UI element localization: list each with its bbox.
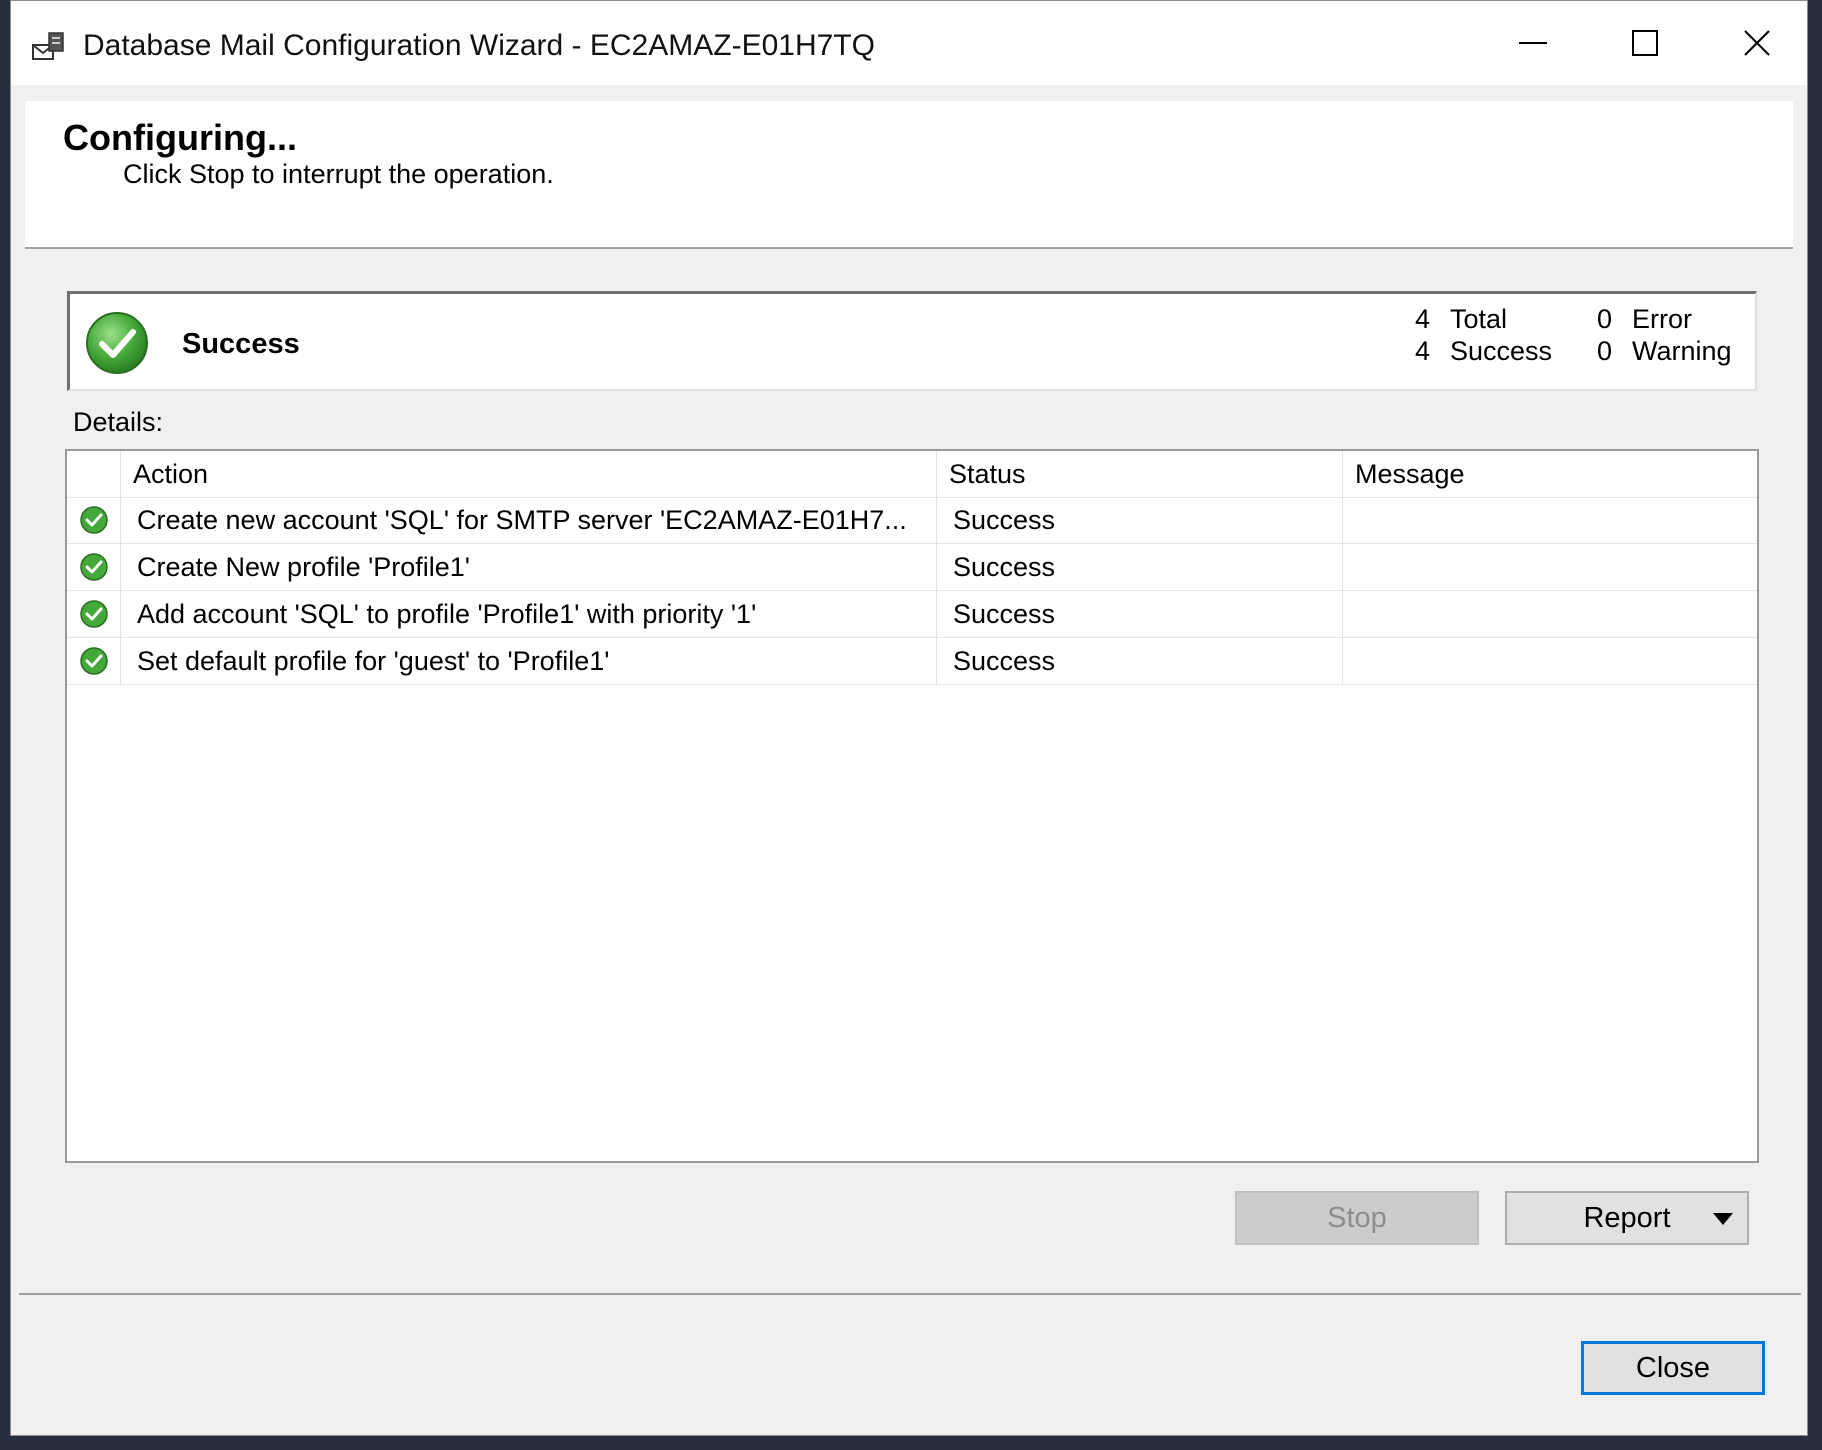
warning-count: 0 bbox=[1596, 336, 1612, 366]
minimize-icon bbox=[1519, 42, 1547, 44]
title-bar[interactable]: Database Mail Configuration Wizard - EC2… bbox=[11, 1, 1807, 85]
row-icon-cell bbox=[67, 544, 121, 590]
success-label: Success bbox=[1450, 336, 1553, 366]
total-count: 4 bbox=[1414, 304, 1430, 334]
message-cell bbox=[1343, 638, 1757, 684]
wizard-window: Database Mail Configuration Wizard - EC2… bbox=[10, 0, 1808, 1436]
message-cell bbox=[1343, 497, 1757, 543]
success-check-icon bbox=[86, 312, 148, 374]
mail-config-icon bbox=[32, 32, 64, 60]
maximize-icon bbox=[1632, 30, 1658, 56]
page-title: Configuring... bbox=[63, 117, 297, 158]
total-label: Total bbox=[1450, 304, 1508, 334]
close-icon bbox=[1744, 30, 1770, 56]
details-label: Details: bbox=[73, 407, 164, 437]
window-title: Database Mail Configuration Wizard - EC2… bbox=[83, 29, 875, 62]
action-cell: Set default profile for 'guest' to 'Prof… bbox=[121, 638, 937, 684]
action-cell: Add account 'SQL' to profile 'Profile1' … bbox=[121, 591, 937, 637]
success-check-icon bbox=[80, 647, 108, 675]
maximize-button[interactable] bbox=[1589, 1, 1701, 85]
success-check-icon bbox=[80, 553, 108, 581]
minimize-button[interactable] bbox=[1477, 1, 1589, 85]
table-row[interactable]: Create new account 'SQL' for SMTP server… bbox=[67, 497, 1757, 544]
close-button[interactable]: Close bbox=[1581, 1341, 1765, 1395]
table-row[interactable]: Create New profile 'Profile1' Success bbox=[67, 544, 1757, 591]
icon-column-header[interactable] bbox=[67, 451, 121, 497]
status-cell: Success bbox=[937, 591, 1343, 637]
status-cell: Success bbox=[937, 638, 1343, 684]
wizard-header: Configuring... Click Stop to interrupt t… bbox=[25, 101, 1793, 249]
row-icon-cell bbox=[67, 638, 121, 684]
column-header-status[interactable]: Status bbox=[937, 451, 1343, 497]
dropdown-arrow-icon bbox=[1713, 1213, 1733, 1225]
success-check-icon bbox=[80, 506, 108, 534]
action-cell: Create new account 'SQL' for SMTP server… bbox=[121, 497, 937, 543]
status-cell: Success bbox=[937, 544, 1343, 590]
details-grid[interactable]: Action Status Message Create new account… bbox=[65, 449, 1759, 1163]
status-summary-panel: Success 4 Total 0 Error 4 Success 0 Warn… bbox=[67, 291, 1757, 391]
message-cell bbox=[1343, 544, 1757, 590]
error-count: 0 bbox=[1596, 304, 1612, 334]
error-label: Error bbox=[1632, 304, 1692, 334]
action-cell: Create New profile 'Profile1' bbox=[121, 544, 937, 590]
table-row[interactable]: Add account 'SQL' to profile 'Profile1' … bbox=[67, 591, 1757, 638]
status-cell: Success bbox=[937, 497, 1343, 543]
status-label: Success bbox=[182, 328, 300, 360]
row-icon-cell bbox=[67, 591, 121, 637]
warning-label: Warning bbox=[1632, 336, 1732, 366]
page-subtitle: Click Stop to interrupt the operation. bbox=[123, 159, 554, 189]
footer-separator bbox=[19, 1293, 1801, 1295]
success-check-icon bbox=[80, 600, 108, 628]
report-button[interactable]: Report bbox=[1505, 1191, 1749, 1245]
column-header-action[interactable]: Action bbox=[121, 451, 937, 497]
table-row[interactable]: Set default profile for 'guest' to 'Prof… bbox=[67, 638, 1757, 685]
grid-header: Action Status Message bbox=[67, 451, 1757, 498]
stop-button[interactable]: Stop bbox=[1235, 1191, 1479, 1245]
row-icon-cell bbox=[67, 497, 121, 543]
column-header-message[interactable]: Message bbox=[1343, 451, 1757, 497]
report-button-label: Report bbox=[1583, 1201, 1671, 1234]
close-window-button[interactable] bbox=[1701, 1, 1813, 85]
success-count: 4 bbox=[1414, 336, 1430, 366]
message-cell bbox=[1343, 591, 1757, 637]
